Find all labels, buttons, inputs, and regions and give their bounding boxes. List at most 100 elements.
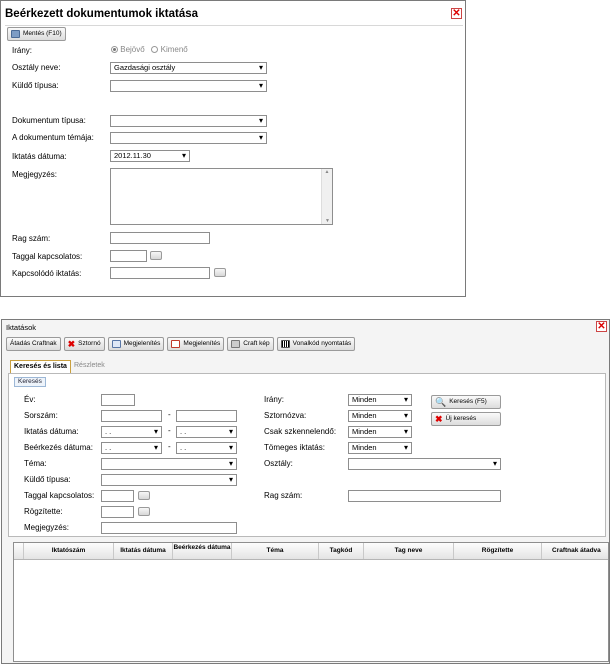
- pdf-icon: [171, 340, 181, 348]
- sender-type-label: Küldő típusa:: [24, 475, 71, 484]
- reg-date-dash: -: [168, 426, 171, 435]
- department-select[interactable]: Gazdasági osztály: [110, 62, 267, 74]
- window-title: Iktatások: [6, 323, 37, 332]
- recv-date-label: Beérkezés dátuma:: [24, 443, 93, 452]
- sender-type-label: Küldő típusa:: [12, 81, 59, 90]
- transfer-craft-button[interactable]: Átadás Craftnak: [6, 337, 61, 351]
- note-scrollbar[interactable]: ▲ ▼: [321, 169, 332, 224]
- radio-incoming[interactable]: [111, 46, 118, 54]
- rag-no-input[interactable]: [348, 490, 501, 502]
- grid-header: Iktatószám Iktatás dátuma Beérkezés dátu…: [14, 543, 608, 560]
- display-doc-button[interactable]: Megjelenítés: [107, 337, 165, 351]
- search-panel: Keresés: [8, 373, 606, 537]
- scroll-down-icon[interactable]: ▼: [322, 218, 333, 224]
- tag-lookup-button[interactable]: [138, 491, 150, 500]
- reg-date-to-picker[interactable]: . .: [176, 426, 237, 438]
- rag-no-label: Rag szám:: [264, 491, 303, 500]
- new-search-label: Új keresés: [445, 415, 477, 422]
- serial-from-input[interactable]: [101, 410, 162, 422]
- recv-date-dash: -: [168, 442, 171, 451]
- linked-reg-input[interactable]: [110, 267, 210, 279]
- note-label: Megjegyzés:: [24, 523, 69, 532]
- craft-image-button[interactable]: Craft kép: [227, 337, 274, 351]
- save-button[interactable]: Mentés (F10): [7, 27, 66, 41]
- date-placeholder: . .: [105, 427, 112, 436]
- col-header-tag-name[interactable]: Tag neve: [364, 543, 454, 559]
- department-select[interactable]: [348, 458, 501, 470]
- note-textarea[interactable]: [110, 168, 333, 225]
- col-header-reg-no[interactable]: Iktatószám: [24, 543, 114, 559]
- department-label: Osztály:: [264, 459, 293, 468]
- close-icon[interactable]: ✕: [451, 8, 462, 19]
- note-input[interactable]: [101, 522, 237, 534]
- sender-type-select[interactable]: [110, 80, 267, 92]
- radio-outgoing-label: Kimenő: [160, 45, 188, 54]
- reg-date-from-picker[interactable]: . .: [101, 426, 162, 438]
- col-header-craft-transferred[interactable]: Craftnak átadva: [542, 543, 608, 559]
- linked-reg-lookup-button[interactable]: [214, 268, 226, 277]
- close-icon[interactable]: ✕: [596, 321, 607, 332]
- tag-linked-input[interactable]: [101, 490, 134, 502]
- search-button[interactable]: 🔍 Keresés (F5): [431, 395, 501, 409]
- title-divider: [5, 25, 463, 26]
- recv-date-from-picker[interactable]: . .: [101, 442, 162, 454]
- topic-label: Téma:: [24, 459, 47, 468]
- bulk-select[interactable]: Minden: [348, 442, 412, 454]
- tag-linked-input[interactable]: [110, 250, 147, 262]
- display-pdf-button[interactable]: Megjelenítés: [167, 337, 225, 351]
- storno-select[interactable]: Minden: [348, 410, 412, 422]
- serial-to-input[interactable]: [176, 410, 237, 422]
- storno-label: Sztornó: [78, 340, 101, 347]
- direction-select[interactable]: Minden: [348, 394, 412, 406]
- doc-type-select[interactable]: [110, 115, 267, 127]
- radio-outgoing[interactable]: [151, 46, 159, 54]
- scroll-up-icon[interactable]: ▲: [322, 169, 332, 175]
- col-header-recv-date[interactable]: Beérkezés dátuma: [173, 543, 232, 559]
- user-lookup-button[interactable]: [138, 507, 150, 516]
- tab-details-label: Részletek: [74, 362, 105, 369]
- toolbar: Átadás Craftnak ✖ Sztornó Megjelenítés Me…: [6, 337, 356, 351]
- barcode-print-button[interactable]: Vonalkód nyomtatás: [276, 337, 356, 351]
- storno-value: Minden: [352, 411, 377, 420]
- serial-dash: -: [168, 410, 171, 419]
- scanner-icon: [231, 340, 241, 348]
- topic-select[interactable]: [101, 458, 237, 470]
- tab-search-list[interactable]: Keresés és lista: [10, 360, 71, 373]
- display-doc-label: Megjelenítés: [123, 340, 161, 347]
- col-header-topic[interactable]: Téma: [232, 543, 319, 559]
- sender-type-select[interactable]: [101, 474, 237, 486]
- date-placeholder: . .: [180, 427, 187, 436]
- date-placeholder: . .: [105, 443, 112, 452]
- tab-details[interactable]: Részletek: [74, 362, 105, 369]
- scan-only-label: Csak szkennelendő:: [264, 427, 337, 436]
- new-search-button[interactable]: ✖ Új keresés: [431, 412, 501, 426]
- storno-button[interactable]: ✖ Sztornó: [63, 337, 105, 351]
- recorded-by-input[interactable]: [101, 506, 134, 518]
- year-input[interactable]: [101, 394, 135, 406]
- bulk-label: Tömeges iktatás:: [264, 443, 325, 452]
- reg-date-value: 2012.11.30: [114, 151, 151, 160]
- results-grid[interactable]: Iktatószám Iktatás dátuma Beérkezés dátu…: [13, 542, 609, 662]
- recorded-by-label: Rögzítette:: [24, 507, 63, 516]
- dialog-title: Beérkezett dokumentumok iktatása: [5, 8, 199, 20]
- tag-lookup-button[interactable]: [150, 251, 162, 260]
- doc-subject-select[interactable]: [110, 132, 267, 144]
- year-label: Év:: [24, 395, 36, 404]
- registrations-window: Iktatások ✕ Átadás Craftnak ✖ Sztornó Meg…: [1, 319, 610, 664]
- barcode-print-label: Vonalkód nyomtatás: [292, 340, 352, 347]
- row-selector-header: [14, 543, 24, 559]
- tag-linked-label: Taggal kapcsolatos:: [12, 252, 83, 261]
- search-button-label: Keresés (F5): [449, 398, 487, 405]
- reg-date-picker[interactable]: 2012.11.30: [110, 150, 190, 162]
- storno-label: Sztornózva:: [264, 411, 307, 420]
- rag-no-input[interactable]: [110, 232, 210, 244]
- scan-only-select[interactable]: Minden: [348, 426, 412, 438]
- search-icon: 🔍: [435, 397, 447, 407]
- scan-only-value: Minden: [352, 427, 377, 436]
- col-header-reg-date[interactable]: Iktatás dátuma: [114, 543, 173, 559]
- recv-date-to-picker[interactable]: . .: [176, 442, 237, 454]
- date-placeholder: . .: [180, 443, 187, 452]
- col-header-recorded-by[interactable]: Rögzítette: [454, 543, 542, 559]
- col-header-tag-code[interactable]: Tagkód: [319, 543, 364, 559]
- department-label: Osztály neve:: [12, 63, 61, 72]
